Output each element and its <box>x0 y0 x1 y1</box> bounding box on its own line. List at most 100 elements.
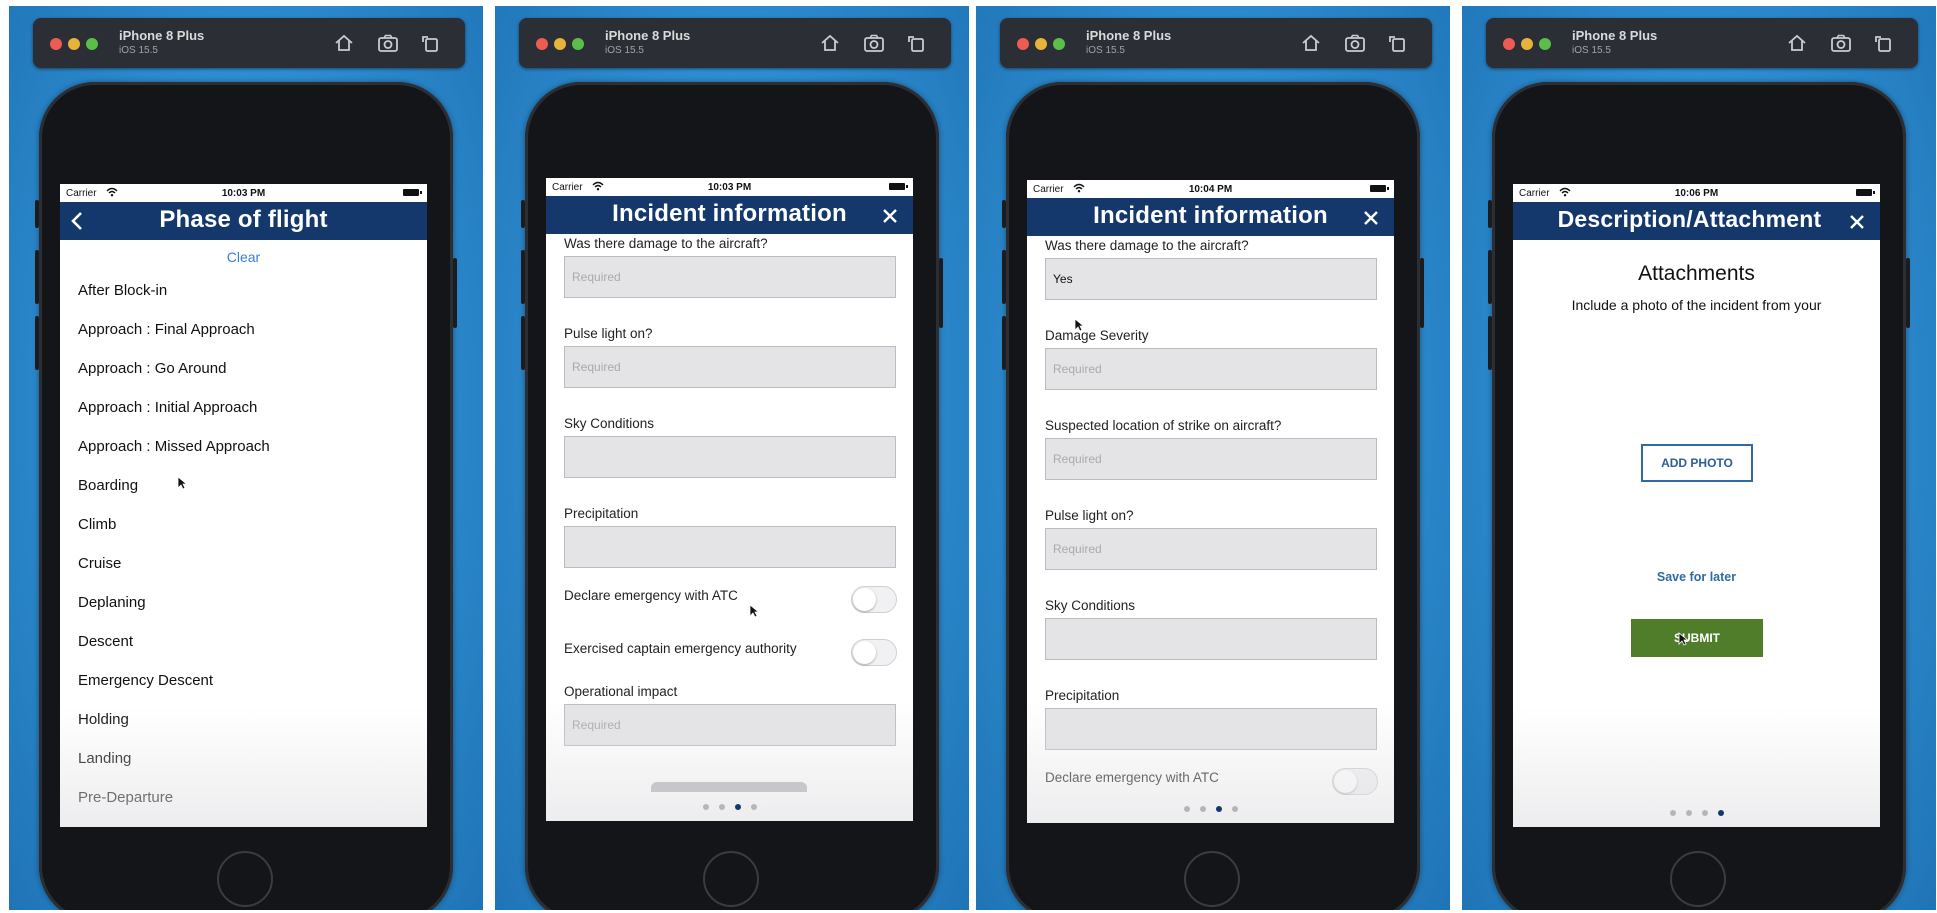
rotate-icon[interactable] <box>1386 32 1408 54</box>
phase-item-after-block-in[interactable]: After Block-in <box>78 271 409 310</box>
simulator-window-4: iPhone 8 Plus iOS 15.5 Carrier 10:06 PM … <box>1462 6 1936 910</box>
zoom-window-button[interactable] <box>86 38 98 50</box>
close-window-button[interactable] <box>1503 38 1515 50</box>
damage-field[interactable]: Required <box>564 256 896 298</box>
phase-item-pre-departure[interactable]: Pre-Departure <box>78 778 409 817</box>
volume-down-button <box>1488 316 1492 370</box>
damage-severity-field[interactable]: Required <box>1045 348 1377 390</box>
home-button[interactable] <box>703 851 759 907</box>
phase-item-cruise[interactable]: Cruise <box>78 544 409 583</box>
precipitation-field[interactable] <box>564 526 896 568</box>
phase-item-descent[interactable]: Descent <box>78 622 409 661</box>
pulse-light-label: Pulse light on? <box>1045 508 1134 523</box>
phone-screen: Carrier 10:06 PM Description/Attachment … <box>1513 184 1880 827</box>
status-time: 10:04 PM <box>1188 184 1233 195</box>
pulse-light-label: Pulse light on? <box>564 326 653 341</box>
screenshot-icon[interactable] <box>1830 32 1852 54</box>
page-dot[interactable] <box>1685 810 1692 816</box>
close-window-button[interactable] <box>50 38 62 50</box>
minimize-window-button[interactable] <box>554 38 566 50</box>
pulse-light-field[interactable]: Required <box>1045 528 1377 570</box>
page-dot-active[interactable] <box>1215 806 1222 812</box>
phase-item-boarding[interactable]: Boarding <box>78 466 409 505</box>
page-dot[interactable] <box>1669 810 1676 816</box>
page-indicator <box>546 797 913 815</box>
pulse-light-field[interactable]: Required <box>564 346 896 388</box>
phase-item-holding[interactable]: Holding <box>78 700 409 739</box>
home-icon[interactable] <box>333 32 355 54</box>
operational-impact-field[interactable]: Required <box>564 704 896 746</box>
page-dot[interactable] <box>750 804 757 810</box>
rotate-icon[interactable] <box>1872 32 1894 54</box>
page-dot-active[interactable] <box>1717 810 1724 816</box>
zoom-window-button[interactable] <box>1053 38 1065 50</box>
close-window-button[interactable] <box>536 38 548 50</box>
power-button <box>453 258 457 328</box>
page-dot[interactable] <box>1231 806 1238 812</box>
phase-item-emergency-descent[interactable]: Emergency Descent <box>78 661 409 700</box>
page-title: Phase of flight <box>159 206 328 233</box>
simulator-toolbar: iPhone 8 Plus iOS 15.5 <box>33 18 465 68</box>
page-dot[interactable] <box>718 804 725 810</box>
home-button[interactable] <box>1670 851 1726 907</box>
rotate-icon[interactable] <box>419 32 441 54</box>
screenshot-icon[interactable] <box>1344 32 1366 54</box>
close-icon[interactable] <box>1362 209 1380 227</box>
device-name: iPhone 8 Plus <box>1572 28 1658 43</box>
screenshot-icon[interactable] <box>377 32 399 54</box>
phase-item-climb[interactable]: Climb <box>78 505 409 544</box>
submit-button[interactable]: SUBMIT <box>1631 619 1763 657</box>
phase-item-deplaning[interactable]: Deplaning <box>78 583 409 622</box>
clear-button[interactable]: Clear <box>78 240 409 271</box>
declare-emergency-toggle[interactable] <box>1332 768 1378 795</box>
phase-item-go-around[interactable]: Approach : Go Around <box>78 349 409 388</box>
precipitation-field[interactable] <box>1045 708 1377 750</box>
minimize-window-button[interactable] <box>68 38 80 50</box>
battery-icon <box>1856 189 1875 196</box>
strike-location-field[interactable]: Required <box>1045 438 1377 480</box>
home-icon[interactable] <box>1786 32 1808 54</box>
page-title: Incident information <box>612 200 847 227</box>
phase-item-landing[interactable]: Landing <box>78 739 409 778</box>
sky-conditions-field[interactable] <box>564 436 896 478</box>
damage-field[interactable]: Yes <box>1045 258 1377 300</box>
zoom-window-button[interactable] <box>1539 38 1551 50</box>
rotate-icon[interactable] <box>905 32 927 54</box>
device-os: iOS 15.5 <box>1572 45 1611 56</box>
home-icon[interactable] <box>819 32 841 54</box>
phase-item-final-approach[interactable]: Approach : Final Approach <box>78 310 409 349</box>
phase-item-missed-approach[interactable]: Approach : Missed Approach <box>78 427 409 466</box>
minimize-window-button[interactable] <box>1035 38 1047 50</box>
close-icon[interactable] <box>1848 213 1866 231</box>
phone-screen: Carrier 10:04 PM Incident information Wa… <box>1027 180 1394 823</box>
iphone-frame: Carrier 10:03 PM Phase of flight Clear A… <box>35 82 457 910</box>
add-photo-button[interactable]: ADD PHOTO <box>1641 444 1753 482</box>
zoom-window-button[interactable] <box>572 38 584 50</box>
window-controls <box>50 37 104 55</box>
home-button[interactable] <box>1184 851 1240 907</box>
screenshot-icon[interactable] <box>863 32 885 54</box>
phase-item-initial-approach[interactable]: Approach : Initial Approach <box>78 388 409 427</box>
save-for-later-button[interactable]: Save for later <box>1513 570 1880 584</box>
sky-conditions-field[interactable] <box>1045 618 1377 660</box>
page-dot[interactable] <box>1183 806 1190 812</box>
page-indicator <box>1513 803 1880 821</box>
home-button[interactable] <box>217 851 273 907</box>
page-dot[interactable] <box>1199 806 1206 812</box>
window-controls <box>1017 37 1071 55</box>
close-window-button[interactable] <box>1017 38 1029 50</box>
home-icon[interactable] <box>1300 32 1322 54</box>
captain-authority-toggle[interactable] <box>851 639 897 666</box>
declare-emergency-toggle[interactable] <box>851 586 897 613</box>
status-time: 10:03 PM <box>221 188 266 199</box>
minimize-window-button[interactable] <box>1521 38 1533 50</box>
iphone-frame: Carrier 10:06 PM Description/Attachment … <box>1488 82 1910 910</box>
close-icon[interactable] <box>881 207 899 225</box>
page-dot[interactable] <box>702 804 709 810</box>
nav-bar: Incident information <box>546 196 913 234</box>
page-dot-active[interactable] <box>734 804 741 810</box>
page-dot[interactable] <box>1701 810 1708 816</box>
status-time: 10:06 PM <box>1674 188 1719 199</box>
scroll-handle[interactable] <box>651 782 807 792</box>
device-os: iOS 15.5 <box>119 45 158 56</box>
